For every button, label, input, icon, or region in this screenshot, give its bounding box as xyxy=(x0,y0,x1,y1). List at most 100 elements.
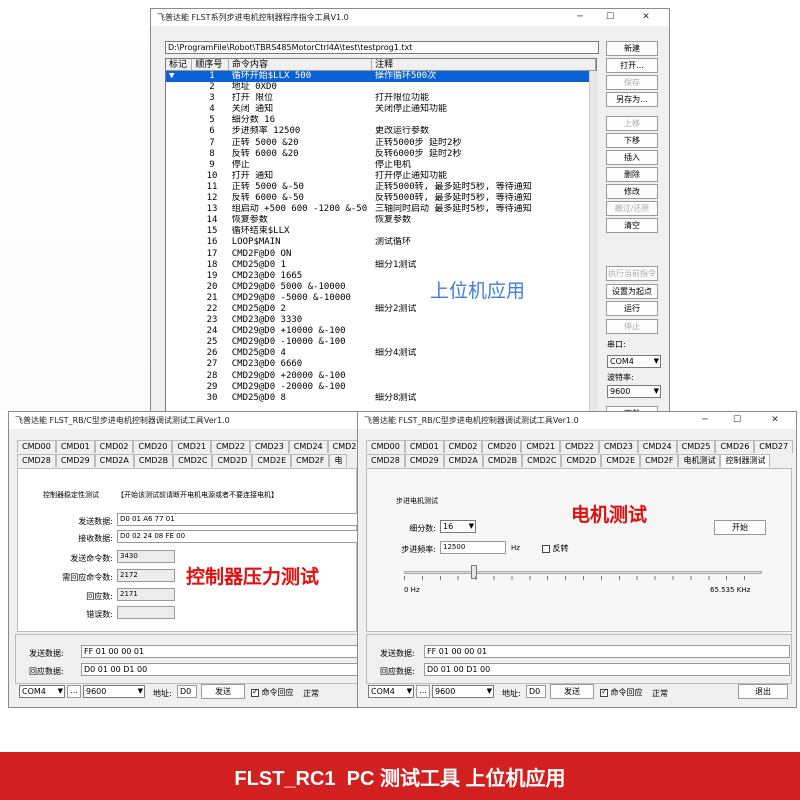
port-select[interactable]: COM4 ▼ xyxy=(368,685,414,698)
table-row[interactable]: 15 循环结束$LLX xyxy=(166,226,596,237)
table-row[interactable]: 2 地址 0XD0 xyxy=(166,82,596,93)
freq-slider[interactable] xyxy=(404,565,762,581)
table-row[interactable]: 29 CMD29@D0 -20000 &-100 xyxy=(166,382,596,393)
tab[interactable]: CMD24 xyxy=(637,440,677,453)
tab[interactable]: CMD20 xyxy=(482,440,522,453)
tab[interactable]: CMD26 xyxy=(715,440,755,453)
recv-data-field[interactable]: D0 02 24 08 FE 00 xyxy=(117,530,361,543)
tab[interactable]: CMD20 xyxy=(133,440,173,453)
tab[interactable]: CMD21 xyxy=(172,440,212,453)
freq-field[interactable]: 12500 xyxy=(440,541,506,554)
tab[interactable]: CMD29 xyxy=(55,454,95,467)
tab[interactable]: CMD21 xyxy=(521,440,561,453)
tab[interactable]: CMD2C xyxy=(522,454,562,467)
addr-field[interactable]: D0 xyxy=(177,685,197,698)
reverse-checkbox[interactable]: 反转 xyxy=(542,543,569,554)
tab[interactable]: CMD2E xyxy=(601,454,641,467)
tab[interactable]: CMD2A xyxy=(443,454,483,467)
table-row[interactable]: 19 CMD23@D0 1665 xyxy=(166,271,596,282)
tab[interactable]: CMD02 xyxy=(94,440,134,453)
table-row[interactable]: 17 CMD2F@D0 ON xyxy=(166,249,596,260)
close-icon[interactable]: ✕ xyxy=(766,412,784,429)
port-select[interactable]: COM4 ▼ xyxy=(607,355,661,368)
tab[interactable]: CMD00 xyxy=(17,440,56,453)
table-row[interactable]: 22 CMD25@D0 2 细分2测试 xyxy=(166,304,596,315)
tab[interactable]: 控制器测试 xyxy=(720,454,771,467)
stop-button[interactable]: 停止 xyxy=(606,319,658,334)
send-data-field[interactable]: D0 01 A6 77 01 xyxy=(117,513,361,526)
tab[interactable]: CMD02 xyxy=(443,440,483,453)
minimize-icon[interactable]: ─ xyxy=(571,9,589,26)
exec-current-button[interactable]: 执行当前指令 xyxy=(606,266,658,281)
table-row[interactable]: ▼ 1 循环开始$LLX 500 操作循环500次 xyxy=(166,71,596,83)
table-row[interactable]: 23 CMD23@D0 3330 xyxy=(166,315,596,326)
column-header[interactable]: 注释 xyxy=(372,59,596,70)
table-row[interactable]: 8 反转 6000 &20 反转6000步 延时2秒 xyxy=(166,149,596,160)
port-browse-button[interactable]: ... xyxy=(416,685,430,698)
bottom-send-field[interactable]: FF 01 00 00 01 xyxy=(81,645,359,658)
tab[interactable]: CMD2F xyxy=(291,454,330,467)
tab[interactable]: CMD25 xyxy=(676,440,716,453)
tab[interactable]: CMD23 xyxy=(598,440,638,453)
tab[interactable]: CMD2D xyxy=(212,454,253,467)
column-header[interactable]: 标记 xyxy=(166,59,193,70)
tab[interactable]: CMD01 xyxy=(55,440,95,453)
bottom-send-field[interactable]: FF 01 00 00 01 xyxy=(424,645,790,658)
table-row[interactable]: 9 停止 停止电机 xyxy=(166,160,596,171)
send-button[interactable]: 发送 xyxy=(201,684,245,699)
tab[interactable]: CMD22 xyxy=(560,440,599,453)
tab[interactable]: 电 xyxy=(329,454,348,467)
send-button[interactable]: 发送 xyxy=(550,684,594,699)
table-row[interactable]: 21 CMD29@D0 -5000 &-10000 xyxy=(166,293,596,304)
tab[interactable]: 电机测试 xyxy=(678,454,721,467)
save-as-button[interactable]: 另存为... xyxy=(606,92,658,107)
open-button[interactable]: 打开... xyxy=(606,58,658,73)
move-up-button[interactable]: 上移 xyxy=(606,116,658,131)
save-button[interactable]: 保存 xyxy=(606,75,658,90)
table-row[interactable]: 13 组启动 +500 600 -1200 &-50 三轴同时启动 最多延时5秒, … xyxy=(166,204,596,215)
tab[interactable]: CMD23 xyxy=(249,440,289,453)
maximize-icon[interactable]: ☐ xyxy=(728,412,746,429)
move-down-button[interactable]: 下移 xyxy=(606,133,658,148)
addr-field[interactable]: D0 xyxy=(526,685,546,698)
set-start-button[interactable]: 设置为起点 xyxy=(606,284,658,299)
table-row[interactable]: 20 CMD29@D0 5000 &-10000 xyxy=(166,282,596,293)
tab[interactable]: CMD24 xyxy=(288,440,328,453)
baud-select[interactable]: 9600 ▼ xyxy=(607,385,661,398)
tab[interactable]: CMD2B xyxy=(482,454,523,467)
maximize-icon[interactable]: ☐ xyxy=(601,9,619,26)
modify-button[interactable]: 修改 xyxy=(606,184,658,199)
tab[interactable]: CMD29 xyxy=(404,454,444,467)
table-row[interactable]: 11 正转 5000 &-50 正转5000转, 最多延时5秒, 等待通知 xyxy=(166,182,596,193)
exit-button[interactable]: 退出 xyxy=(738,684,788,699)
tab[interactable]: CMD01 xyxy=(404,440,444,453)
tab[interactable]: CMD2E xyxy=(252,454,292,467)
tab[interactable]: CMD22 xyxy=(211,440,250,453)
column-header[interactable]: 命令内容 xyxy=(229,59,373,70)
table-row[interactable]: 5 细分数 16 xyxy=(166,115,596,126)
table-row[interactable]: 24 CMD29@D0 +10000 &-100 xyxy=(166,326,596,337)
command-grid[interactable]: 标记 顺序号 命令内容 注释 ▼ 1 循环开始$LLX 500 操作循环500次 2 地址… xyxy=(165,58,597,413)
table-row[interactable]: 6 步进频率 12500 更改运行参数 xyxy=(166,126,596,137)
table-row[interactable]: 25 CMD29@D0 -10000 &-100 xyxy=(166,337,596,348)
insert-button[interactable]: 插入 xyxy=(606,150,658,165)
delete-button[interactable]: 删除 xyxy=(606,167,658,182)
table-row[interactable]: 4 关闭 通知 关闭停止通知功能 xyxy=(166,104,596,115)
cmd-reply-checkbox[interactable]: 命令回应 xyxy=(251,687,294,698)
subdiv-select[interactable]: 16 ▼ xyxy=(440,520,476,533)
tab[interactable]: CMD00 xyxy=(366,440,405,453)
tab[interactable]: CMD2A xyxy=(94,454,134,467)
tab[interactable]: CMD2C xyxy=(173,454,213,467)
tab[interactable]: CMD2D xyxy=(561,454,602,467)
undo-button[interactable]: 撤过/还原 xyxy=(606,201,658,216)
file-path-field[interactable]: D:\ProgramFile\Robot\TBRS485MotorCtrl4A\… xyxy=(165,41,599,54)
cmd-reply-checkbox[interactable]: 命令回应 xyxy=(600,687,643,698)
start-button[interactable]: 开始 xyxy=(714,520,766,535)
port-select[interactable]: COM4 ▼ xyxy=(19,685,65,698)
table-row[interactable]: 18 CMD25@D0 1 细分1测试 xyxy=(166,260,596,271)
tab[interactable]: CMD27 xyxy=(754,440,794,453)
table-row[interactable]: 14 恢复参数 恢复参数 xyxy=(166,215,596,226)
checkbox-icon[interactable] xyxy=(542,544,550,553)
table-row[interactable]: 10 打开 通知 打开停止通知功能 xyxy=(166,171,596,182)
tab[interactable]: CMD2F xyxy=(640,454,679,467)
